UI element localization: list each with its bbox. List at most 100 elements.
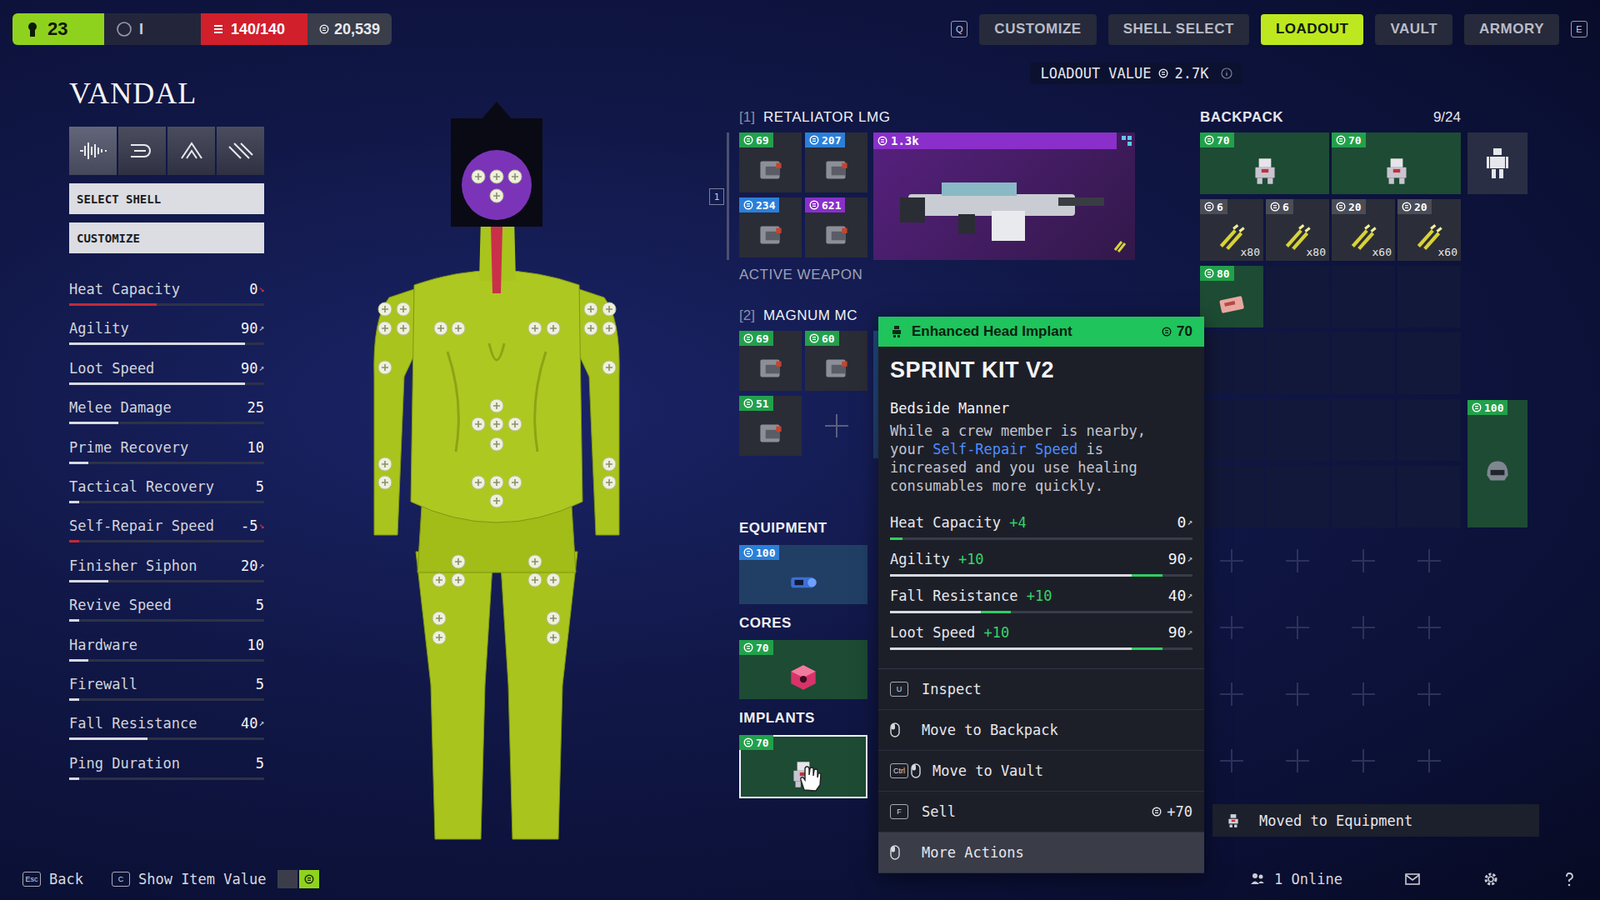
key-hint[interactable]: EscBack <box>22 870 84 888</box>
attach-point <box>471 417 485 431</box>
toggle[interactable] <box>277 870 320 889</box>
empty-slot[interactable] <box>1265 399 1330 461</box>
empty-slot[interactable] <box>1331 332 1395 395</box>
empty-slot[interactable] <box>1331 399 1395 461</box>
backpack-header: BACKPACK9/24 <box>1200 108 1461 127</box>
device-icon <box>785 565 821 600</box>
equip-view-button[interactable] <box>1467 132 1528 195</box>
stat-row: Agility 90↗ <box>69 319 265 359</box>
info-icon[interactable] <box>1220 67 1233 80</box>
stat-value: 25 <box>247 398 265 417</box>
stat-value: 0↘ <box>249 280 265 299</box>
backpack-item[interactable]: 6 x80 <box>1200 199 1264 261</box>
empty-slot[interactable] <box>1265 465 1330 528</box>
stat-bar <box>69 698 265 701</box>
attach-point <box>528 573 542 587</box>
gear-icon[interactable] <box>1482 870 1500 888</box>
mod-slot[interactable]: 69 <box>739 132 802 193</box>
stat-row: Finisher Siphon 20↗ <box>69 556 265 596</box>
level-badge: 23 <box>12 13 105 45</box>
mod-slot[interactable]: 60 <box>805 330 868 391</box>
stat-bar <box>69 540 265 543</box>
empty-mod-slot[interactable] <box>805 395 868 456</box>
attach-point <box>508 170 522 184</box>
coin-icon <box>1270 201 1280 212</box>
nav-tab[interactable]: LOADOUT <box>1260 14 1365 45</box>
shell-button[interactable]: SELECT SHELL <box>69 183 265 215</box>
coin-icon <box>1335 201 1346 212</box>
nav-tab[interactable]: ARMORY <box>1464 14 1560 45</box>
prev-tab-key[interactable]: Q <box>950 20 968 38</box>
shell-figure <box>264 58 740 859</box>
ability-slot[interactable] <box>118 126 166 175</box>
stat-row: Loot Speed +10 90↗ <box>890 623 1193 660</box>
ability-slot[interactable] <box>167 126 215 175</box>
mod-slot[interactable]: 69 <box>739 330 802 391</box>
empty-slot[interactable] <box>1200 332 1264 395</box>
stat-row: Heat Capacity 0↘ <box>69 280 265 320</box>
empty-slot[interactable] <box>1397 265 1461 328</box>
backpack-grid: 70 70 6 x806 x8020 x6020 x6080 <box>1200 132 1461 528</box>
weapon-selector[interactable]: 1 <box>709 188 725 205</box>
key-hint[interactable]: CShow Item Value <box>111 870 320 889</box>
backpack-item[interactable]: 70 <box>1331 132 1461 195</box>
nav-tab[interactable]: VAULT <box>1375 14 1453 45</box>
nav-tab[interactable]: CUSTOMIZE <box>979 14 1096 45</box>
empty-slot[interactable] <box>1265 265 1330 328</box>
backpack-item[interactable]: 20 x60 <box>1397 199 1461 261</box>
empty-slot[interactable] <box>1397 332 1461 395</box>
backpack-item[interactable]: 80 <box>1200 265 1264 328</box>
stat-value: 20↗ <box>240 556 265 575</box>
attach-point <box>432 630 446 645</box>
online-count[interactable]: 1 Online <box>1249 870 1343 888</box>
mod-slot[interactable]: 51 <box>739 395 802 456</box>
price-tag: 69 <box>739 132 774 148</box>
empty-slot[interactable] <box>1200 465 1264 528</box>
action-item[interactable]: More Actions <box>878 832 1205 874</box>
backpack-item[interactable]: 20 x60 <box>1331 199 1395 261</box>
coin-icon <box>877 135 888 146</box>
card-icon <box>1214 286 1250 322</box>
price-tag: 70 <box>1200 132 1235 148</box>
ability-slot[interactable] <box>69 126 117 175</box>
stat-value: 5 <box>255 477 265 496</box>
nav-tab[interactable]: SHELL SELECT <box>1108 14 1250 45</box>
mod-slot[interactable]: 207 <box>805 132 868 193</box>
toast: Moved to Equipment <box>1212 804 1540 837</box>
gear-slot[interactable]: 70 <box>739 640 868 700</box>
stat-label: Agility <box>69 319 130 338</box>
empty-slot[interactable] <box>1331 265 1395 328</box>
stat-value: 10 <box>247 438 265 457</box>
player-icon <box>24 20 41 38</box>
action-item[interactable]: U Inspect <box>878 669 1205 710</box>
stat-value: 10 <box>247 635 265 655</box>
help-icon[interactable] <box>1560 870 1578 888</box>
coin-icon <box>1471 402 1482 413</box>
weapon-tile[interactable]: 1.3k <box>873 132 1135 260</box>
mail-icon[interactable] <box>1404 870 1421 888</box>
ability-slot[interactable] <box>216 126 265 175</box>
shell-button[interactable]: CUSTOMIZE <box>69 222 265 254</box>
backpack-item[interactable]: 70 <box>1200 132 1330 195</box>
action-item[interactable]: F Sell +70 <box>878 791 1205 833</box>
gear-slot[interactable]: 100 <box>739 545 868 605</box>
empty-slot[interactable] <box>1200 399 1264 461</box>
action-item[interactable]: Ctrl Move to Vault <box>878 750 1205 792</box>
empty-slot[interactable] <box>1397 399 1461 461</box>
backpack-item[interactable]: 6 x80 <box>1265 199 1330 261</box>
action-item[interactable]: Move to Backpack <box>878 710 1205 751</box>
next-tab-key[interactable]: E <box>1570 20 1588 38</box>
mod-slot[interactable]: 234 <box>739 197 802 258</box>
attach-point <box>434 321 448 335</box>
weapon-slot: 1 [1]RETALIATOR LMG 69 207 234 621 1.3k … <box>739 108 1135 284</box>
empty-slot[interactable] <box>1331 465 1395 528</box>
backpack-item[interactable]: 100 <box>1467 400 1528 528</box>
empty-slot[interactable] <box>1265 332 1330 395</box>
quantity: x80 <box>1306 245 1326 259</box>
stat-bar <box>69 421 265 425</box>
attach-point <box>471 475 485 490</box>
item-tooltip: Enhanced Head Implant 70 SPRINT KIT V2 B… <box>878 316 1205 874</box>
mod-slot[interactable]: 621 <box>805 197 868 258</box>
empty-slot[interactable] <box>1397 465 1461 528</box>
price-tag: 70 <box>739 640 774 655</box>
